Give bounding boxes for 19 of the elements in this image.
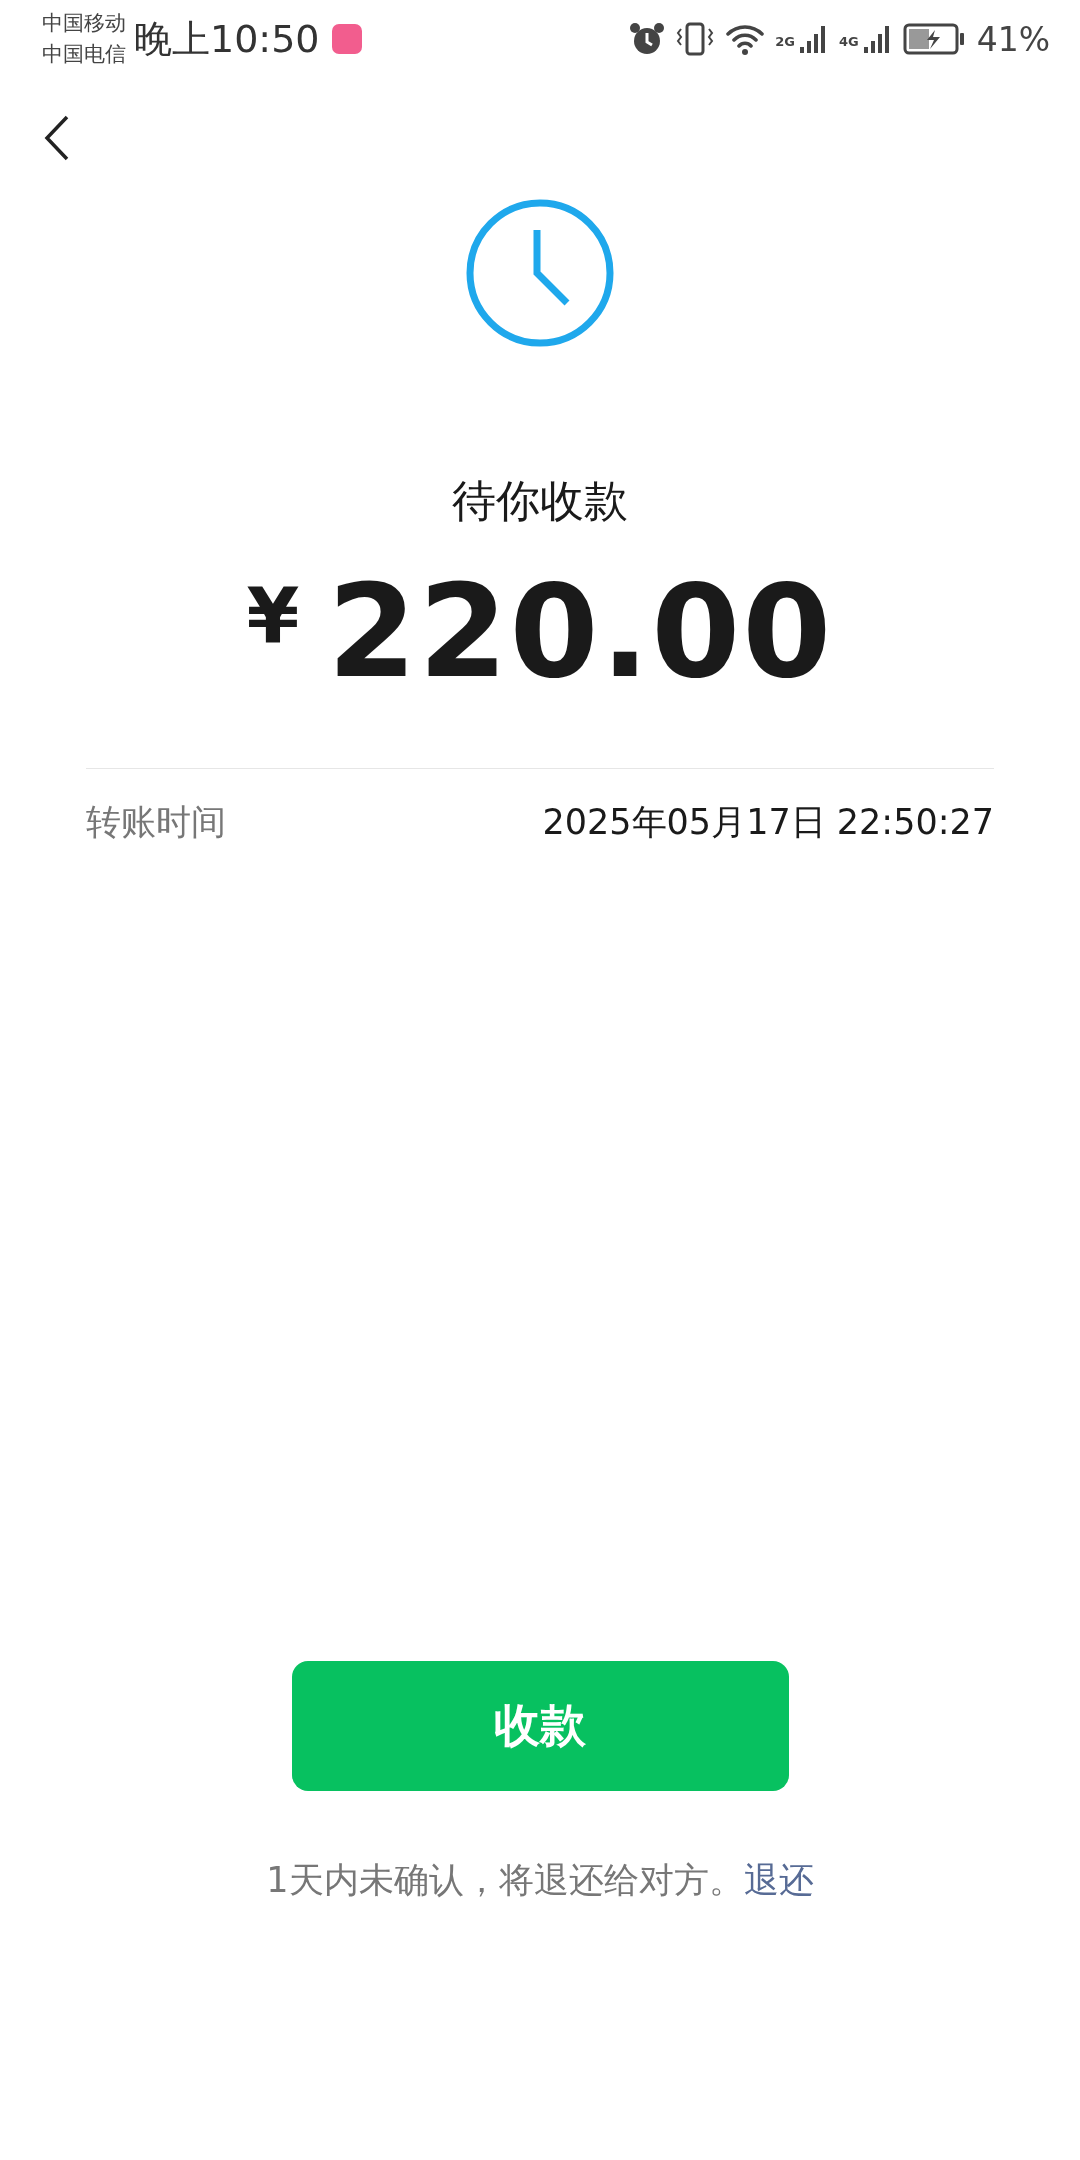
refund-note: 1天内未确认，将退还给对方。 (266, 1859, 744, 1902)
carrier-name: 中国移动 (42, 10, 126, 37)
clock-icon (465, 198, 615, 348)
detail-value: 2025年05月17日 22:50:27 (542, 801, 994, 844)
vibrate-icon (675, 21, 716, 57)
app-notification-icon (331, 24, 362, 54)
status-time: 晚上10:50 (134, 15, 320, 63)
currency-symbol: ¥ (246, 572, 300, 661)
battery-percentage: 41% (976, 19, 1050, 59)
carrier-name: 中国电信 (42, 41, 126, 68)
amount: 220.00 (327, 557, 834, 706)
detail-label: 转账时间 (86, 801, 226, 844)
wifi-icon (725, 22, 766, 56)
refund-link[interactable]: 退还 (743, 1857, 814, 1904)
network-type: 4G (838, 33, 859, 49)
status-title: 待你收款 (452, 474, 628, 528)
alarm-icon (629, 21, 666, 57)
network-type: 2G (775, 33, 795, 49)
battery-icon (902, 22, 967, 56)
